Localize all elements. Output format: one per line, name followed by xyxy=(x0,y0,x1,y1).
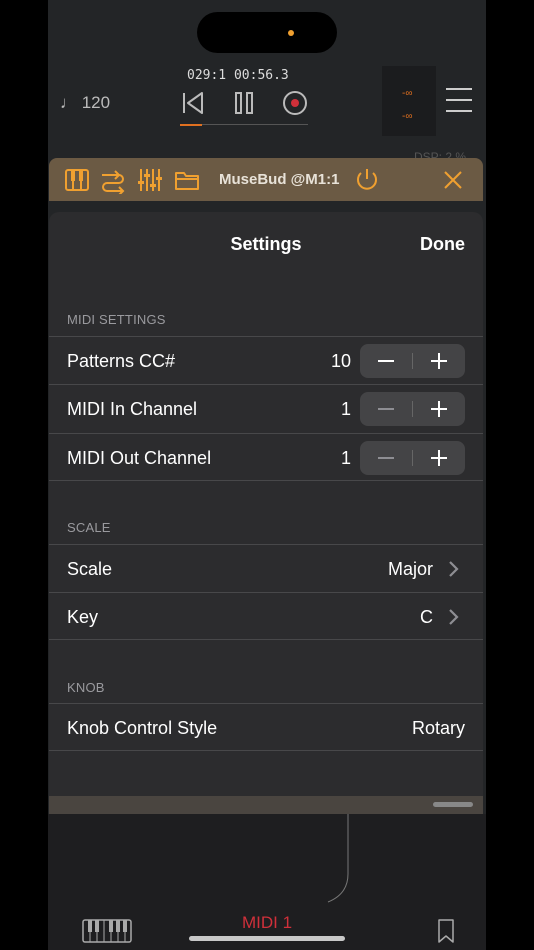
patterns-cc-decrement-button[interactable] xyxy=(360,344,412,378)
dynamic-island xyxy=(197,12,337,53)
folder-button[interactable] xyxy=(173,166,201,194)
menu-icon-line xyxy=(446,110,472,112)
rewind-button[interactable] xyxy=(178,88,208,118)
routing-icon xyxy=(102,170,125,196)
close-icon xyxy=(444,171,462,189)
plugin-footer xyxy=(49,796,483,814)
chevron-right-icon xyxy=(449,609,459,625)
key-row[interactable]: Key C xyxy=(49,592,483,640)
transport-bar: ♩ 120 029:1 00:56.3 -∞ -∞ xyxy=(48,60,486,136)
settings-sheet: Settings Done MIDI SETTINGS Patterns CC#… xyxy=(49,212,483,796)
midi-out-channel-label: MIDI Out Channel xyxy=(67,448,212,468)
level-meter: -∞ -∞ xyxy=(382,66,436,136)
done-button[interactable]: Done xyxy=(420,234,465,255)
menu-icon-line xyxy=(446,88,472,90)
resize-handle[interactable] xyxy=(433,802,473,807)
meter-top-value: -∞ xyxy=(402,88,413,99)
rewind-icon xyxy=(183,92,203,114)
midi-in-increment-button[interactable] xyxy=(413,392,465,426)
patterns-cc-label: Patterns CC# xyxy=(67,351,176,371)
routing-button[interactable] xyxy=(99,166,127,196)
midi-out-channel-stepper xyxy=(360,441,465,475)
patterns-cc-stepper xyxy=(360,344,465,378)
pause-icon xyxy=(235,92,253,114)
midi-out-increment-button[interactable] xyxy=(413,441,465,475)
minus-icon xyxy=(378,360,394,362)
scale-header: SCALE xyxy=(67,520,111,535)
power-button[interactable] xyxy=(353,166,381,194)
scale-label: Scale xyxy=(67,559,113,579)
track-name[interactable]: MIDI 1 xyxy=(48,913,486,933)
plugin-title: MuseBud @M1:1 xyxy=(219,171,340,188)
close-plugin-button[interactable] xyxy=(439,166,467,194)
midi-in-channel-stepper xyxy=(360,392,465,426)
right-margin xyxy=(486,0,534,950)
record-button[interactable] xyxy=(280,88,310,118)
settings-title: Settings xyxy=(230,234,302,254)
scale-row[interactable]: Scale Major xyxy=(49,544,483,592)
bottom-area: MIDI 1 xyxy=(48,814,486,950)
record-icon xyxy=(283,91,307,115)
menu-icon-line xyxy=(446,99,472,101)
chevron-right-icon xyxy=(449,561,459,577)
knob-control-style-label: Knob Control Style xyxy=(67,718,218,738)
key-label: Key xyxy=(67,607,99,627)
automation-curve xyxy=(327,814,349,903)
plus-icon xyxy=(431,450,447,466)
scale-value: Major xyxy=(387,559,433,579)
tempo-display[interactable]: ♩ 120 xyxy=(60,93,110,113)
midi-in-channel-row: MIDI In Channel 1 xyxy=(49,384,483,432)
midi-out-channel-value: 1 xyxy=(340,448,351,468)
patterns-cc-value: 10 xyxy=(330,351,351,371)
power-icon xyxy=(357,169,377,190)
bookmark-button[interactable] xyxy=(436,919,456,948)
midi-out-decrement-button[interactable] xyxy=(360,441,412,475)
plugin-header: MuseBud @M1:1 xyxy=(49,158,483,201)
midi-in-decrement-button[interactable] xyxy=(360,392,412,426)
timecode-display: 029:1 00:56.3 xyxy=(187,68,289,83)
recording-indicator-dot xyxy=(288,30,294,36)
folder-icon xyxy=(175,172,199,190)
minus-icon xyxy=(378,408,394,410)
bookmark-icon xyxy=(438,919,454,943)
plus-icon xyxy=(431,401,447,417)
midi-in-channel-label: MIDI In Channel xyxy=(67,399,198,419)
knob-header: KNOB xyxy=(67,680,105,695)
meter-bottom-value: -∞ xyxy=(402,111,413,122)
midi-in-channel-value: 1 xyxy=(340,399,351,419)
midi-settings-header: MIDI SETTINGS xyxy=(67,312,166,327)
mixer-sliders-icon xyxy=(138,169,162,191)
mixer-button[interactable] xyxy=(136,166,164,194)
pause-button[interactable] xyxy=(229,88,259,118)
midi-out-channel-row: MIDI Out Channel 1 xyxy=(49,433,483,481)
minus-icon xyxy=(378,457,394,459)
knob-control-style-row[interactable]: Knob Control Style Rotary xyxy=(49,703,483,751)
piano-keys-icon xyxy=(65,169,89,191)
key-value: C xyxy=(420,607,433,627)
patterns-cc-row: Patterns CC# 10 xyxy=(49,336,483,384)
home-indicator[interactable] xyxy=(189,936,345,941)
knob-control-style-value: Rotary xyxy=(411,718,465,738)
plus-icon xyxy=(431,353,447,369)
piano-keys-button[interactable] xyxy=(63,166,91,194)
menu-button[interactable] xyxy=(446,88,472,114)
patterns-cc-increment-button[interactable] xyxy=(413,344,465,378)
transport-underline-active xyxy=(180,124,202,126)
left-margin xyxy=(0,0,48,950)
